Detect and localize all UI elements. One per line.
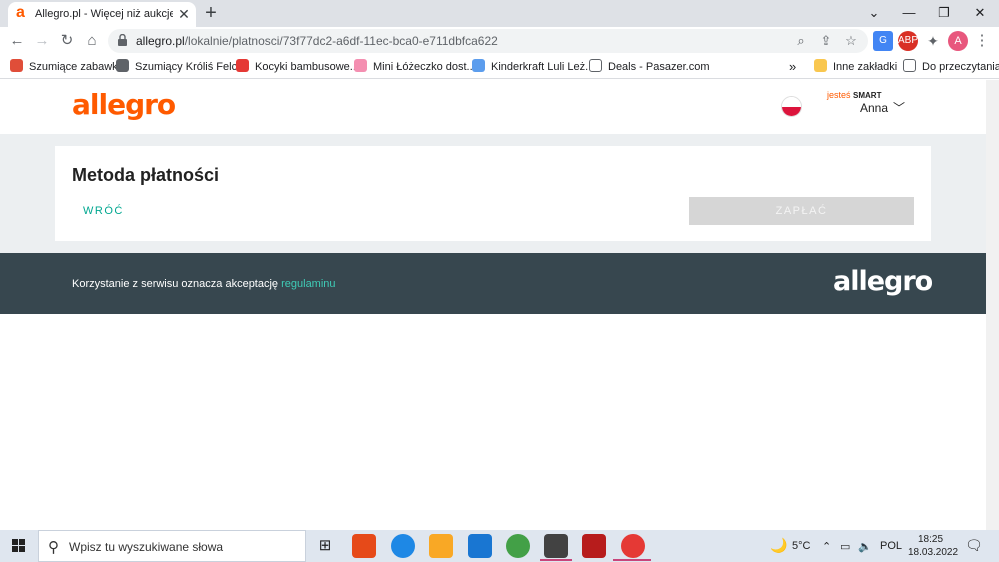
footer-allegro-logo: allegro (833, 266, 933, 297)
address-bar[interactable]: allegro.pl/lokalnie/platnosci/73f77dc2-a… (108, 29, 868, 53)
mail-app-icon[interactable] (468, 534, 492, 558)
active-app-indicator (613, 559, 651, 561)
url-path: /lokalnie/platnosci/73f77dc2-a6df-11ec-b… (184, 34, 498, 48)
bookmark-label: Deals - Pasazer.com (608, 61, 710, 73)
task-view-icon[interactable]: ⊞ (313, 534, 337, 558)
new-tab-button[interactable]: + (200, 3, 222, 25)
bookmarks-bar: Szumiące zabawki Szumiący Króliś Felc...… (0, 55, 999, 79)
footer-terms-text: Korzystanie z serwisu oznacza akceptację (72, 278, 279, 290)
allegro-favicon-icon: a (16, 4, 25, 21)
tray-expand-chevron-icon[interactable]: ⌃ (822, 540, 831, 553)
browser-toolbar: ← → ↻ ⌂ allegro.pl/lokalnie/platnosci/73… (0, 27, 999, 55)
clock-time[interactable]: 18:25 (918, 534, 943, 545)
notifications-icon[interactable]: 🗨 (965, 537, 983, 554)
bookmarks-overflow-button[interactable]: » (789, 59, 796, 75)
back-arrow-icon[interactable]: ← (7, 31, 27, 51)
bookmark-item[interactable]: Szumiący Króliś Felc... (116, 59, 246, 75)
profile-avatar[interactable]: A (948, 31, 968, 51)
zoom-search-icon[interactable]: ⌕ (792, 32, 810, 50)
bookmark-item[interactable]: Mini Łóżeczko dost... (354, 59, 476, 75)
tab-title: Allegro.pl - Więcej niż aukcje. Na (35, 8, 173, 20)
chrome-icon[interactable] (506, 534, 530, 558)
bookmark-favicon-icon (354, 59, 367, 72)
allegro-logo[interactable]: allegro (72, 88, 176, 121)
smart-prefix: jesteś (827, 90, 851, 100)
page-title: Metoda płatności (72, 165, 220, 185)
page-scrollbar[interactable] (986, 80, 999, 530)
weather-moon-icon[interactable]: 🌙 (770, 537, 787, 554)
reload-icon[interactable]: ↻ (57, 31, 77, 51)
bookmark-label: Kinderkraft Luli Leż... (491, 61, 595, 73)
edge-browser-icon[interactable] (391, 534, 415, 558)
active-app-indicator (540, 559, 572, 561)
google-translate-extension-icon[interactable]: G (873, 31, 893, 51)
search-icon: ⚲ (48, 539, 59, 556)
bookmark-item[interactable]: Szumiące zabawki (10, 59, 120, 75)
bookmark-favicon-icon (236, 59, 249, 72)
bookmark-label: Szumiący Króliś Felc... (135, 61, 247, 73)
chevron-down-icon[interactable]: ﹀ (893, 99, 905, 116)
extensions-puzzle-icon[interactable]: ✦ (923, 31, 943, 51)
bookmark-item[interactable]: Kocyki bambusowe... (236, 59, 359, 75)
url-text: allegro.pl/lokalnie/platnosci/73f77dc2-a… (136, 34, 498, 48)
reading-list-label: Do przeczytania (922, 61, 999, 73)
lock-icon (118, 34, 127, 46)
game-app-icon[interactable] (582, 534, 606, 558)
folder-icon (814, 59, 827, 72)
bookmark-star-icon[interactable]: ☆ (842, 32, 860, 50)
terms-link[interactable]: regulaminu (281, 278, 335, 290)
other-bookmarks-folder[interactable]: Inne zakładki (814, 59, 897, 75)
battery-icon[interactable]: ▭ (840, 540, 850, 553)
solitaire-app-icon[interactable] (544, 534, 568, 558)
bookmark-item[interactable]: Kinderkraft Luli Leż... (472, 59, 594, 75)
home-icon[interactable]: ⌂ (82, 31, 102, 51)
volume-icon[interactable]: 🔈 (858, 540, 872, 553)
close-window-button[interactable]: ✕ (963, 2, 997, 24)
url-domain: allegro.pl (136, 34, 185, 48)
reading-list-icon (903, 59, 916, 72)
minimize-button[interactable]: — (892, 2, 926, 24)
tab-search-chevron-icon[interactable]: ⌄ (857, 2, 891, 24)
browser-tab-strip: a Allegro.pl - Więcej niż aukcje. Na ✕ +… (0, 0, 999, 27)
other-bookmarks-label: Inne zakładki (833, 61, 898, 73)
share-icon[interactable]: ⇪ (817, 32, 835, 50)
chrome-profile-icon[interactable] (621, 534, 645, 558)
bookmark-label: Kocyki bambusowe... (255, 61, 359, 73)
language-indicator[interactable]: POL (880, 540, 902, 552)
footer-text: Korzystanie z serwisu oznacza akceptację… (72, 278, 336, 290)
back-link[interactable]: WRÓĆ (83, 205, 124, 217)
bookmark-favicon-icon (589, 59, 602, 72)
site-footer: Korzystanie z serwisu oznacza akceptację… (0, 253, 986, 314)
page-content: allegro jesteś SMART Anna ﹀ Metoda płatn… (0, 80, 986, 530)
site-header: allegro jesteś SMART Anna ﹀ (0, 80, 986, 134)
forward-arrow-icon[interactable]: → (32, 31, 52, 51)
taskbar-search-placeholder: Wpisz tu wyszukiwane słowa (69, 540, 224, 554)
poland-flag-icon[interactable] (781, 96, 802, 117)
payment-method-card: Metoda płatności WRÓĆ ZAPŁAĆ (55, 146, 931, 241)
bookmark-item[interactable]: Deals - Pasazer.com (589, 59, 709, 75)
smart-badge: jesteś SMART (827, 90, 881, 100)
user-name[interactable]: Anna (860, 101, 888, 115)
file-explorer-icon[interactable] (429, 534, 453, 558)
browser-tab[interactable]: a Allegro.pl - Więcej niż aukcje. Na ✕ (8, 2, 196, 27)
weather-temperature[interactable]: 5°C (792, 540, 810, 552)
taskbar-search-input[interactable]: ⚲ Wpisz tu wyszukiwane słowa (38, 530, 306, 562)
windows-start-icon[interactable] (0, 530, 38, 562)
office-app-icon[interactable] (352, 534, 376, 558)
logo-text: allegro (72, 88, 176, 121)
clock-date[interactable]: 18.03.2022 (908, 547, 958, 558)
bookmark-favicon-icon (10, 59, 23, 72)
windows-taskbar: ⚲ Wpisz tu wyszukiwane słowa ⊞ 🌙 5°C ⌃ ▭… (0, 530, 999, 562)
menu-kebab-icon[interactable]: ⋮ (972, 31, 992, 51)
adblock-extension-icon[interactable]: ABP (898, 31, 918, 51)
smart-label: SMART (853, 91, 882, 100)
pay-button[interactable]: ZAPŁAĆ (689, 197, 914, 225)
bookmark-label: Mini Łóżeczko dost... (373, 61, 476, 73)
reading-list-button[interactable]: Do przeczytania (903, 59, 999, 75)
close-tab-icon[interactable]: ✕ (176, 6, 192, 22)
bookmark-favicon-icon (116, 59, 129, 72)
restore-button[interactable]: ❐ (927, 2, 961, 24)
bookmark-favicon-icon (472, 59, 485, 72)
bookmark-label: Szumiące zabawki (29, 61, 121, 73)
